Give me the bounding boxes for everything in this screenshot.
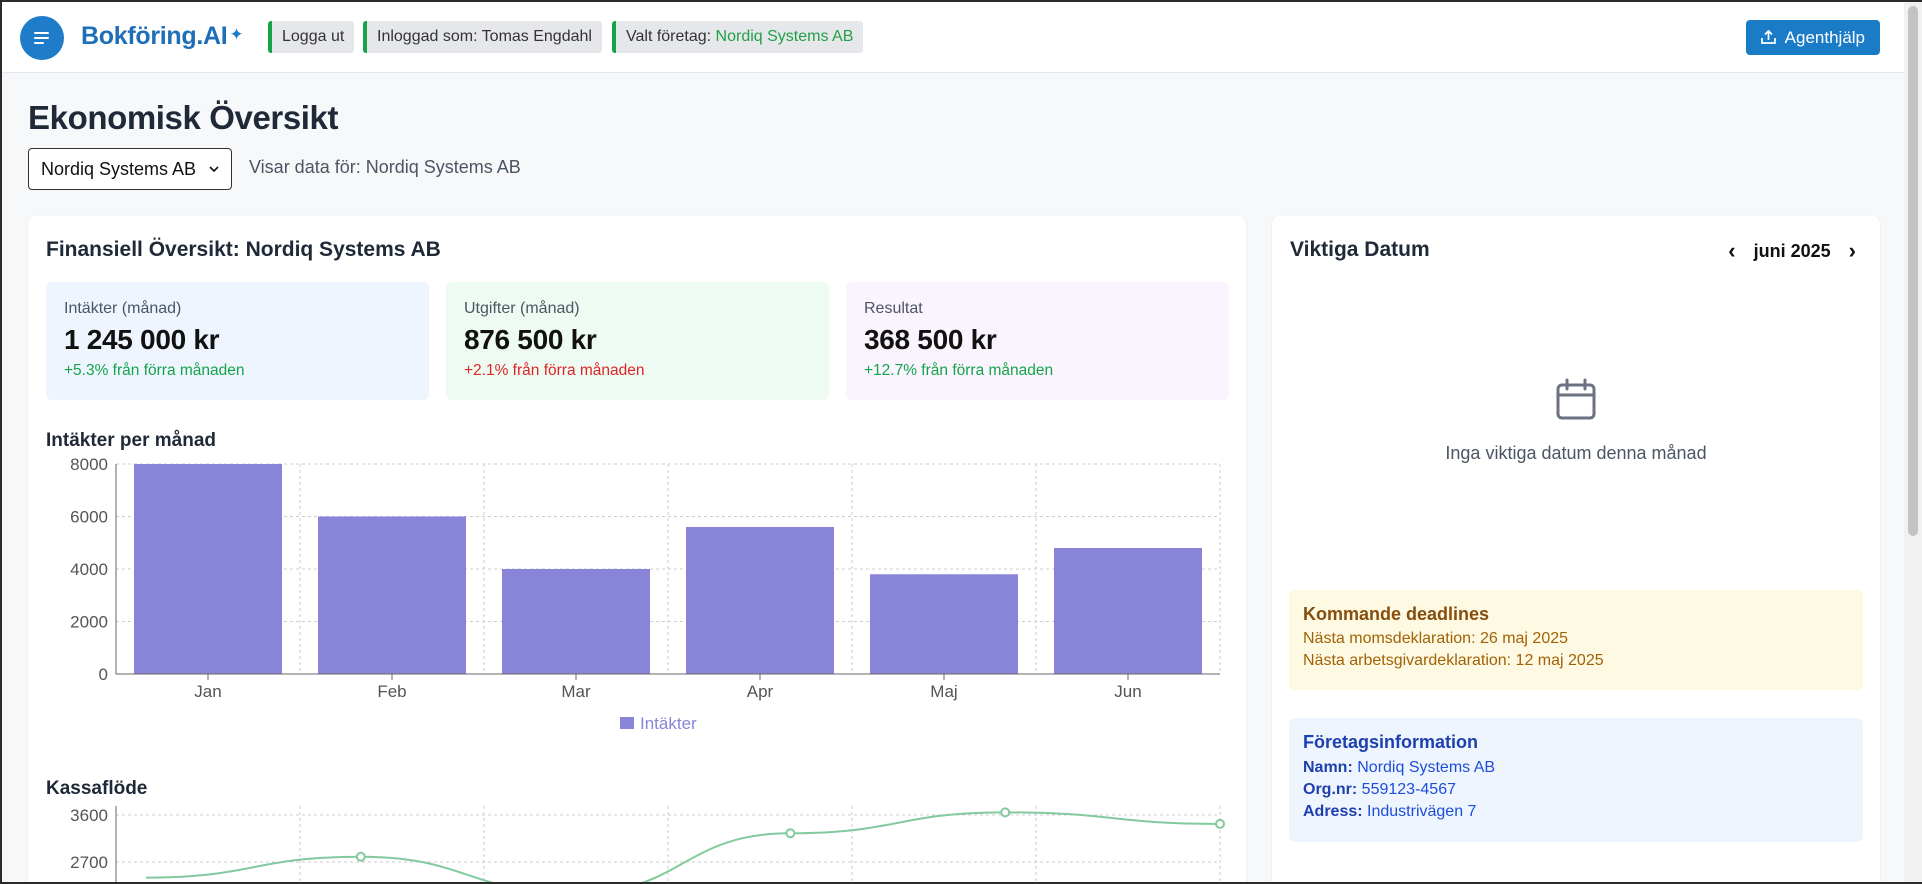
month-label: juni 2025 xyxy=(1753,240,1831,261)
logo-text: Bokföring.AI xyxy=(81,22,228,50)
company-select[interactable]: Nordiq Systems AB xyxy=(28,148,232,190)
upcoming-deadlines: Kommande deadlines Nästa momsdeklaration… xyxy=(1289,590,1863,690)
scrollbar[interactable] xyxy=(1904,0,1922,884)
line-point xyxy=(1215,818,1225,829)
upload-icon xyxy=(1760,29,1776,44)
y-tick-label: 3600 xyxy=(70,806,108,825)
company-info-key: Org.nr: xyxy=(1303,781,1358,798)
bar xyxy=(502,569,650,674)
bar xyxy=(134,464,282,674)
stat-label: Resultat xyxy=(864,300,923,317)
cashflow-line-chart: 2700 3600 xyxy=(70,806,1225,884)
y-tick-label: 6000 xyxy=(70,508,108,527)
logged-in-text: Inloggad som: Tomas Engdahl xyxy=(377,28,592,45)
stat-change: +5.3% från förra månaden xyxy=(64,362,245,379)
app-logo[interactable]: Bokföring.AI ✦ xyxy=(81,22,244,51)
agent-help-label: Agenthjälp xyxy=(1784,27,1865,47)
stat-label: Utgifter (månad) xyxy=(464,300,580,317)
bar xyxy=(318,516,466,674)
bar xyxy=(686,527,834,674)
bar xyxy=(870,574,1018,674)
stat-card-result: Resultat 368 500 kr +12.7% från förra må… xyxy=(846,282,1229,400)
stat-value: 1 245 000 kr xyxy=(64,324,220,355)
calendar-icon xyxy=(1556,378,1596,420)
legend-label: Intäkter xyxy=(640,714,697,733)
company-select-value: Nordiq Systems AB xyxy=(41,158,197,179)
cashflow-chart-title: Kassaflöde xyxy=(46,778,148,799)
legend-swatch xyxy=(620,717,634,729)
overview-title: Finansiell Översikt: Nordiq Systems AB xyxy=(46,238,441,261)
page-title: Ekonomisk Översikt xyxy=(28,99,339,136)
revenue-bar-chart: 0 2000 4000 6000 8000 Jan Feb Mar Apr Maj Jun Intäk… xyxy=(70,456,1221,733)
menu-button[interactable] xyxy=(20,16,64,60)
company-info: Företagsinformation Namn: Nordiq Systems… xyxy=(1289,718,1863,842)
chevron-right-icon[interactable]: › xyxy=(1849,238,1856,264)
shows-data-for: Visar data för: Nordiq Systems AB xyxy=(249,157,521,177)
line-point xyxy=(355,851,366,862)
x-tick-label: Maj xyxy=(930,682,957,701)
y-tick-label: 0 xyxy=(99,665,108,684)
empty-state-text: Inga viktiga datum denna månad xyxy=(1445,443,1707,463)
selected-company-badge: Valt företag: Nordiq Systems AB xyxy=(612,21,864,53)
hamburger-icon xyxy=(34,32,49,44)
company-info-row: Namn: Nordiq Systems AB xyxy=(1303,760,1849,776)
chevron-left-icon[interactable]: ‹ xyxy=(1728,238,1735,264)
line-point xyxy=(1000,807,1011,818)
bar xyxy=(1054,548,1202,674)
company-info-key: Adress: xyxy=(1303,803,1363,820)
agent-help-button[interactable]: Agenthjälp xyxy=(1745,20,1880,55)
selected-company-prefix: Valt företag: xyxy=(626,28,712,45)
stat-label: Intäkter (månad) xyxy=(64,300,182,317)
cashflow-line xyxy=(145,811,1221,884)
important-dates-card: Viktiga Datum ‹ juni 2025 › Inga viktiga… xyxy=(1272,216,1880,884)
financial-overview-card: Finansiell Översikt: Nordiq Systems AB I… xyxy=(28,216,1246,884)
x-tick-label: Jan xyxy=(194,682,221,701)
dates-title: Viktiga Datum xyxy=(1290,238,1430,261)
deadline-item: Nästa arbetsgivardeklaration: 12 maj 202… xyxy=(1303,652,1604,669)
y-tick-label: 4000 xyxy=(70,560,108,579)
selected-company-name: Nordiq Systems AB xyxy=(715,28,854,45)
logout-button[interactable]: Logga ut xyxy=(268,21,355,53)
sparkle-icon: ✦ xyxy=(229,25,244,44)
month-navigation: ‹ juni 2025 › xyxy=(1728,238,1856,264)
stat-card-expenses: Utgifter (månad) 876 500 kr +2.1% från f… xyxy=(446,282,829,400)
x-tick-label: Jun xyxy=(1114,682,1141,701)
company-info-value: Nordiq Systems AB xyxy=(1357,759,1496,776)
company-info-title: Företagsinformation xyxy=(1303,732,1479,752)
stat-change: +12.7% från förra månaden xyxy=(864,362,1054,379)
y-tick-label: 2000 xyxy=(70,613,108,632)
deadlines-title: Kommande deadlines xyxy=(1303,604,1490,624)
y-tick-label: 8000 xyxy=(70,456,108,474)
scrollbar-thumb[interactable] xyxy=(1908,6,1918,536)
stat-change: +2.1% från förra månaden xyxy=(464,362,645,379)
deadline-item: Nästa momsdeklaration: 26 maj 2025 xyxy=(1303,630,1569,647)
company-info-value: Industrivägen 7 xyxy=(1367,803,1477,820)
x-tick-label: Feb xyxy=(377,682,406,701)
revenue-chart-title: Intäkter per månad xyxy=(46,430,216,451)
company-info-row: Org.nr: 559123-4567 xyxy=(1303,782,1849,798)
x-tick-label: Apr xyxy=(747,682,774,701)
line-point xyxy=(785,828,796,839)
x-tick-label: Mar xyxy=(561,682,591,701)
company-info-row: Adress: Industrivägen 7 xyxy=(1303,804,1849,820)
company-info-key: Namn: xyxy=(1303,759,1353,776)
chevron-down-icon xyxy=(209,165,219,172)
top-bar: Bokföring.AI ✦ Logga ut Inloggad som: Tom… xyxy=(0,0,1904,73)
stat-card-revenue: Intäkter (månad) 1 245 000 kr +5.3% från… xyxy=(46,282,429,400)
stat-value: 876 500 kr xyxy=(464,324,597,355)
company-info-value: 559123-4567 xyxy=(1361,781,1456,798)
y-tick-label: 2700 xyxy=(70,853,108,872)
stat-value: 368 500 kr xyxy=(864,324,997,355)
logged-in-badge: Inloggad som: Tomas Engdahl xyxy=(363,21,602,53)
empty-state: Inga viktiga datum denna månad xyxy=(1272,376,1880,464)
